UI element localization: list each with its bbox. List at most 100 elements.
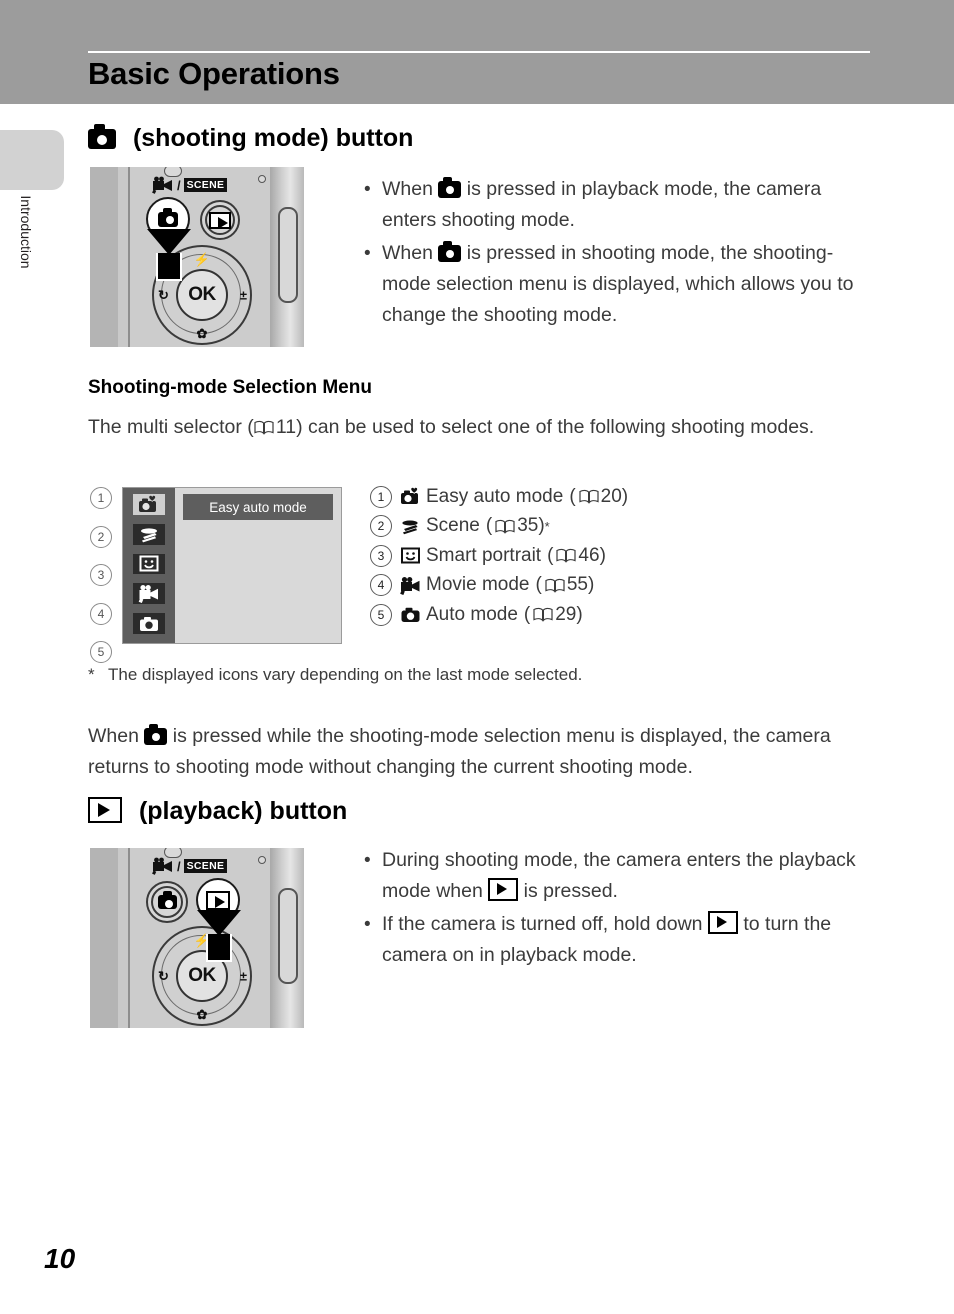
scene-label-box: SCENE	[183, 859, 228, 873]
self-timer-icon: ↻	[158, 287, 169, 303]
macro-icon: ✿	[196, 1007, 208, 1022]
movie-icon	[152, 176, 172, 194]
bullet-marker: •	[364, 179, 371, 200]
bullet-1-post: is pressed.	[523, 880, 618, 902]
legend-label: Auto mode	[426, 603, 518, 625]
camera-icon	[438, 177, 462, 198]
menu-item-scene[interactable]	[133, 523, 165, 545]
scene-icon	[141, 528, 157, 543]
legend-icon-slot	[400, 546, 426, 565]
page-number: 10	[44, 1243, 76, 1274]
flash-icon: ⚡	[193, 252, 211, 267]
camera-body-seam	[128, 167, 130, 347]
closing-pre: When	[88, 725, 139, 747]
scene-icon	[402, 520, 418, 535]
list-item: 3 Smart portrait ( 46 )	[370, 541, 628, 571]
playback-icon	[88, 797, 122, 823]
section-tab-label: Introduction	[18, 195, 34, 269]
shooting-mode-menu-illustration: 1 2 3 4 5 Easy auto mode	[90, 487, 350, 663]
camera-icon	[157, 891, 177, 909]
auto-camera-icon	[401, 608, 420, 623]
exposure-compensation-icon: ±	[239, 968, 247, 984]
list-item-text: When is pressed in shooting mode, the sh…	[382, 238, 874, 331]
camera-icon	[158, 207, 178, 227]
menu-item-movie[interactable]	[133, 583, 165, 605]
easy-auto-icon	[401, 487, 419, 505]
legend-number: 2	[370, 515, 392, 538]
legend-number: 3	[370, 544, 392, 567]
menu-content-area: Easy auto mode	[175, 488, 341, 643]
legend-label: Movie mode	[426, 574, 530, 596]
scene-label-box: SCENE	[183, 178, 228, 192]
subsection-heading: Shooting-mode Selection Menu	[88, 377, 372, 398]
menu-icon-rail	[123, 488, 175, 643]
footnote-text: The displayed icons vary depending on th…	[108, 665, 583, 684]
menu-callout-numbers: 1 2 3 4 5	[90, 487, 116, 680]
shooting-mode-bullet-list: • When is pressed in playback mode, the …	[364, 174, 874, 333]
callout-number: 5	[90, 641, 112, 663]
bullet-2-pre: When	[382, 242, 433, 264]
legend-label: Smart portrait	[426, 544, 542, 566]
playback-icon	[206, 890, 230, 910]
ok-button[interactable]: OK	[176, 269, 228, 321]
macro-icon: ✿	[196, 326, 208, 341]
legend-number: 5	[370, 603, 392, 626]
shooting-mode-button[interactable]	[146, 881, 188, 923]
section-heading-playback: (playback) button	[88, 797, 347, 826]
legend-icon-slot	[400, 605, 426, 624]
camera-indicator-lamp	[258, 175, 266, 183]
callout-number: 1	[90, 487, 112, 509]
mode-label-row: / SCENE	[152, 857, 228, 875]
bullet-2-pre: If the camera is turned off, hold down	[382, 913, 703, 935]
multi-selector-dial[interactable]: ⚡ ± ✿ ↻ OK	[152, 926, 252, 1026]
list-item-text: When is pressed in playback mode, the ca…	[382, 174, 874, 236]
list-item: 5 Auto mode ( 29 )	[370, 600, 628, 630]
easy-auto-icon	[139, 494, 157, 512]
list-item-text: If the camera is turned off, hold down t…	[382, 909, 874, 971]
intro-post: ) can be used to select one of the follo…	[296, 416, 815, 438]
movie-icon	[400, 576, 420, 595]
legend-icon-slot	[400, 487, 426, 506]
book-icon	[579, 489, 599, 504]
movie-icon	[152, 857, 172, 875]
bullet-1-pre: When	[382, 178, 433, 200]
menu-item-smart-portrait[interactable]	[133, 553, 165, 575]
legend-page: 20	[600, 485, 622, 507]
smart-portrait-icon	[139, 555, 159, 572]
list-item-text: During shooting mode, the camera enters …	[382, 845, 874, 907]
book-icon	[254, 420, 274, 435]
playback-bullet-list: • During shooting mode, the camera enter…	[364, 845, 874, 973]
playback-icon	[488, 878, 519, 901]
legend-icon-slot	[400, 576, 426, 595]
intro-page-ref: 11	[275, 416, 297, 438]
movie-icon	[138, 585, 158, 604]
legend-footnote-marker: *	[544, 518, 550, 534]
footnote: * The displayed icons vary depending on t…	[88, 661, 858, 688]
camera-grip	[278, 888, 298, 984]
menu-item-auto[interactable]	[133, 613, 165, 634]
section-heading-shooting-mode-label: (shooting mode) button	[132, 124, 414, 152]
intro-pre: The multi selector (	[88, 416, 254, 438]
page-title: Basic Operations	[88, 56, 340, 91]
legend-number: 1	[370, 485, 392, 508]
legend-page: 35	[517, 515, 539, 537]
closing-post: is pressed while the shooting-mode selec…	[88, 725, 831, 778]
callout-number: 4	[90, 602, 112, 625]
legend-page: 46	[578, 544, 600, 566]
playback-button[interactable]	[200, 200, 240, 240]
camera-indicator-lamp	[258, 856, 266, 864]
list-item: • When is pressed in shooting mode, the …	[364, 238, 874, 331]
book-icon	[533, 607, 553, 622]
camera-icon	[438, 241, 462, 262]
bullet-marker: •	[364, 850, 371, 871]
menu-item-easy-auto[interactable]	[133, 494, 165, 515]
closing-paragraph: When is pressed while the shooting-mode …	[88, 721, 878, 783]
page-header-band: Basic Operations	[0, 0, 954, 104]
auto-camera-icon	[140, 617, 158, 632]
camera-body-seam	[128, 848, 130, 1028]
legend-page: 55	[566, 574, 588, 596]
mode-legend-list: 1 Easy auto mode ( 20 ) 2 Scene (35) *…	[370, 482, 628, 630]
mode-label-row: / SCENE	[152, 176, 228, 194]
legend-number: 4	[370, 574, 392, 597]
camera-back-diagram-playback: / SCENE ⚡ ± ✿ ↻ OK	[90, 848, 304, 1028]
